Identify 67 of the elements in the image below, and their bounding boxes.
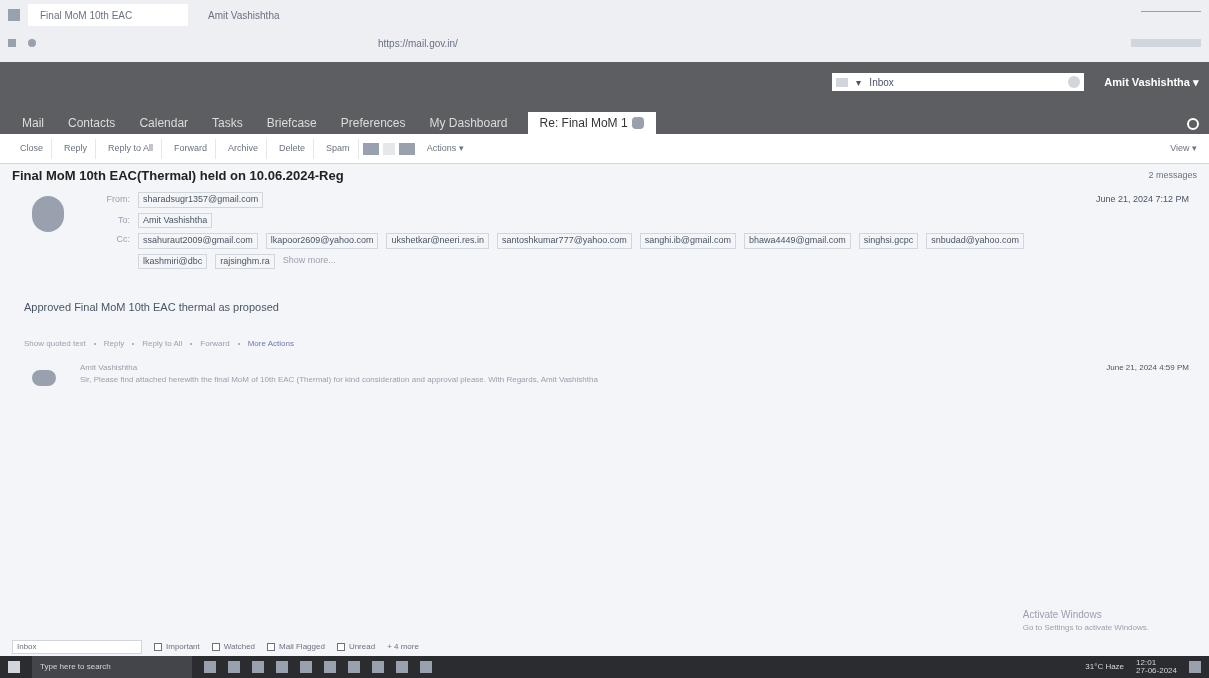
address-chip[interactable]: sanghi.ib@gmail.com xyxy=(639,233,736,249)
checkbox-label: Unread xyxy=(348,641,376,653)
message-date: June 21, 2024 4:59 PM xyxy=(1106,361,1189,374)
message-count: 2 messages xyxy=(1148,169,1197,183)
activation-title: Activate Windows xyxy=(1022,608,1103,622)
checkbox[interactable] xyxy=(154,643,162,651)
sender-name: Amit Vashishtha xyxy=(80,361,139,374)
taskbar-search[interactable]: Type here to search xyxy=(32,656,192,678)
app-tab[interactable]: Calendar xyxy=(127,112,201,134)
toolbar-button[interactable]: Spam xyxy=(318,138,359,159)
actions-button[interactable]: Actions ▾ xyxy=(418,141,472,156)
checkbox-label: Important xyxy=(166,641,200,653)
address-chip[interactable]: sharadsugr1357@gmail.com xyxy=(138,192,264,208)
app-tab[interactable]: Briefcase xyxy=(254,112,329,134)
checkbox[interactable] xyxy=(267,643,276,651)
toolbar-button[interactable]: Close xyxy=(12,138,52,159)
clock-time: 12:01 xyxy=(1136,659,1158,667)
toolbar-button[interactable]: Reply xyxy=(56,138,97,159)
toolbar-button[interactable]: Archive xyxy=(220,138,268,159)
toolbar-button[interactable]: Delete xyxy=(271,138,315,159)
app-tab[interactable]: Mail xyxy=(10,112,56,134)
app-tab[interactable]: My Dashboard xyxy=(417,112,520,134)
message-date: June 21, 2024 7:12 PM xyxy=(1095,193,1189,206)
folder-field[interactable]: Inbox xyxy=(12,640,142,654)
avatar-icon xyxy=(32,369,56,386)
scope-caret[interactable]: ▾ xyxy=(856,74,862,90)
search-field[interactable]: ▾ Inbox xyxy=(832,73,1085,91)
app-tab[interactable]: Preferences xyxy=(328,112,418,134)
search-scope: Inbox xyxy=(869,75,895,90)
address-chip[interactable]: Amit Vashishtha xyxy=(138,212,213,228)
activation-text: Go to Settings to activate Windows. xyxy=(1022,622,1149,634)
address-chip[interactable]: ukshetkar@neeri.res.in xyxy=(386,233,490,249)
browser-tab[interactable]: Amit Vashishtha xyxy=(196,4,356,26)
app-tab[interactable]: Tasks xyxy=(200,112,255,134)
checkbox-label: Mail Flagged xyxy=(279,641,325,653)
field-label: Cc: xyxy=(115,233,130,246)
address-chip[interactable]: santoshkumar777@yahoo.com xyxy=(497,233,632,249)
more-link[interactable]: + 4 more xyxy=(387,641,419,653)
field-label: To: xyxy=(117,213,130,227)
checkbox[interactable] xyxy=(211,643,220,651)
field-label: From: xyxy=(105,193,130,206)
address-chip[interactable]: rajsinghm.ra xyxy=(215,253,275,269)
message-snippet: Sir, Please find attached herewith the final MoM of 10th EAC (Thermal) for kind consideration and approval please. With Regards, Amit Vashishtha xyxy=(80,373,599,386)
address-chip[interactable]: singhsi.gcpc xyxy=(858,233,919,249)
clock-date: 27-06-2024 xyxy=(1136,667,1177,675)
address-chip[interactable]: lkashmiri@dbc xyxy=(138,253,208,269)
app-tab[interactable]: Contacts xyxy=(56,112,128,134)
browser-tab[interactable]: Final MoM 10th EAC xyxy=(28,4,188,26)
checkbox[interactable] xyxy=(336,643,345,651)
view-button[interactable]: View ▾ xyxy=(1170,141,1197,156)
app-tab[interactable]: Re: Final MoM 1 xyxy=(527,112,656,134)
address-chip[interactable]: lkapoor2609@yahoo.com xyxy=(265,233,379,249)
toolbar-button[interactable]: Forward xyxy=(166,138,217,159)
refresh-icon[interactable] xyxy=(1187,118,1199,130)
address-chip[interactable]: ssahuraut2009@gmail.com xyxy=(138,233,258,249)
subject: Final MoM 10th EAC(Thermal) held on 10.06.2024-Reg xyxy=(12,167,345,186)
address-chip[interactable]: bhawa4449@gmail.com xyxy=(744,233,851,249)
message-action-link[interactable]: More Actions xyxy=(247,337,294,350)
avatar-icon xyxy=(32,196,64,232)
toolbar-button[interactable]: Reply to All xyxy=(100,138,163,159)
address-field[interactable]: https://mail.gov.in/ xyxy=(378,35,458,51)
address-chip[interactable]: snbudad@yahoo.com xyxy=(926,233,1024,249)
search-icon[interactable] xyxy=(1068,76,1081,88)
user-menu[interactable]: Amit Vashishtha ▾ xyxy=(1104,73,1199,91)
weather-text: 31°C Haze xyxy=(1085,661,1125,673)
message-body: Approved Final MoM 10th EAC thermal as proposed xyxy=(23,300,280,315)
checkbox-label: Watched xyxy=(223,641,256,653)
